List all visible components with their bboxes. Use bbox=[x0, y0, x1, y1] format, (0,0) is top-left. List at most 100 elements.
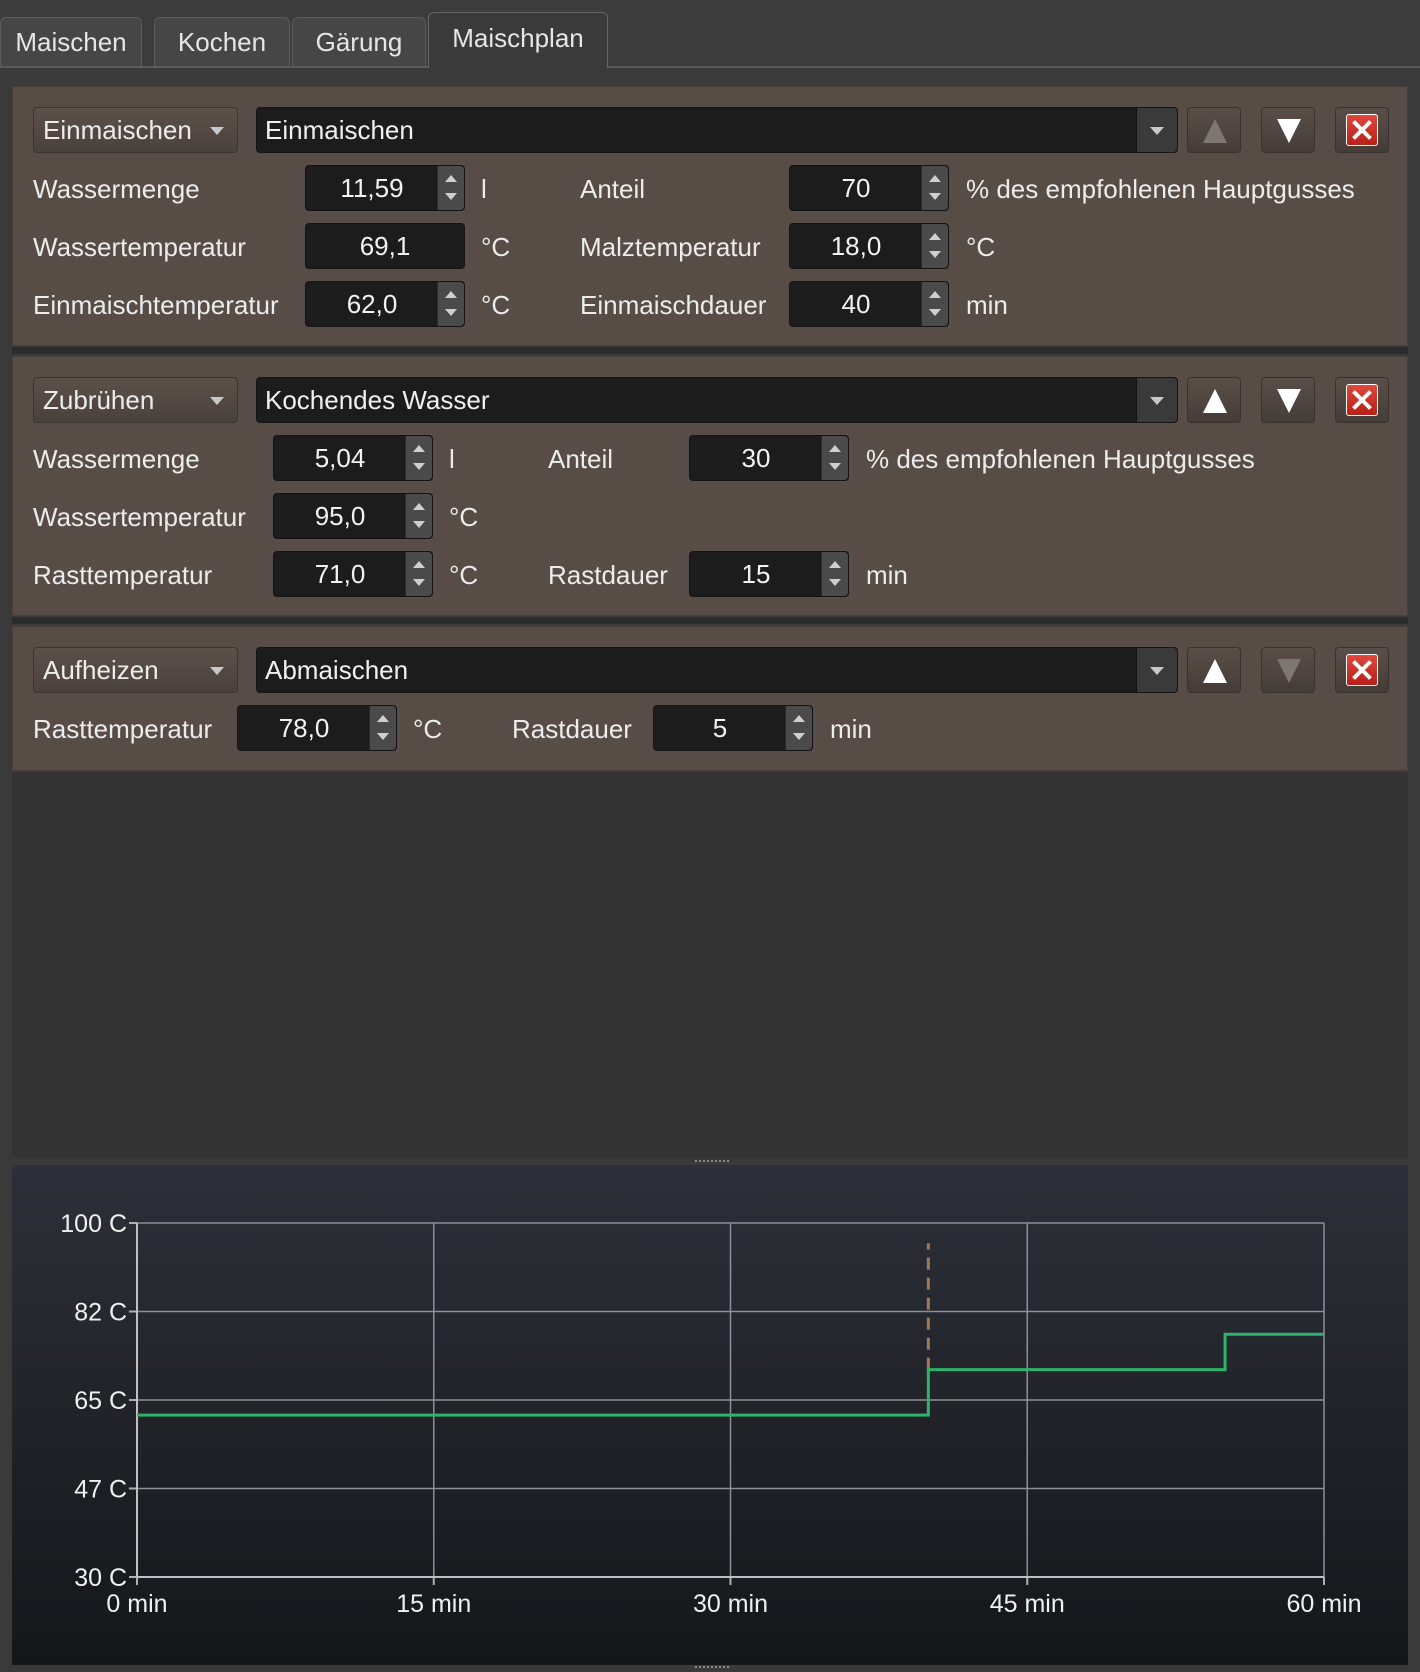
water-amount-value: 11,59 bbox=[340, 173, 404, 203]
spin-down-icon bbox=[929, 251, 941, 258]
y-tick-label: 100 C bbox=[60, 1210, 127, 1238]
chevron-down-icon bbox=[210, 127, 224, 135]
tab-maischen[interactable]: Maischen bbox=[0, 17, 142, 66]
step-name-value: Kochendes Wasser bbox=[265, 385, 490, 415]
mash-in-duration-spinbox[interactable]: 40 bbox=[789, 281, 949, 327]
malt-temperature-spinbox[interactable]: 18,0 bbox=[789, 223, 949, 269]
arrow-up-icon bbox=[1203, 659, 1227, 683]
rest-duration-spinbox[interactable]: 5 bbox=[653, 705, 813, 751]
move-up-button[interactable] bbox=[1187, 647, 1241, 693]
arrow-up-icon bbox=[1203, 119, 1227, 143]
water-temperature-unit: °C bbox=[481, 232, 511, 262]
water-temperature-field[interactable]: 69,1 bbox=[305, 223, 465, 269]
step-name-combo[interactable]: Abmaischen bbox=[256, 647, 1178, 693]
chevron-down-icon bbox=[210, 397, 224, 405]
spin-buttons[interactable] bbox=[405, 494, 432, 538]
spin-buttons[interactable] bbox=[405, 552, 432, 596]
spin-buttons[interactable] bbox=[437, 282, 464, 326]
rest-temperature-value: 78,0 bbox=[278, 713, 330, 743]
spin-buttons[interactable] bbox=[921, 166, 948, 210]
step-type-select[interactable]: Aufheizen bbox=[33, 647, 238, 693]
share-unit: % des empfohlenen Hauptgusses bbox=[966, 174, 1355, 204]
step-name-dropdown-button[interactable] bbox=[1136, 378, 1177, 422]
rest-temperature-label: Rasttemperatur bbox=[33, 560, 213, 590]
spin-buttons[interactable] bbox=[369, 706, 396, 750]
water-temperature-label: Wassertemperatur bbox=[33, 232, 246, 262]
rest-temperature-label: Rasttemperatur bbox=[33, 714, 213, 744]
water-amount-spinbox[interactable]: 5,04 bbox=[273, 435, 433, 481]
move-up-button[interactable] bbox=[1187, 377, 1241, 423]
move-down-button[interactable] bbox=[1261, 107, 1315, 153]
spin-buttons[interactable] bbox=[821, 436, 848, 480]
share-unit: % des empfohlenen Hauptgusses bbox=[866, 444, 1255, 474]
step-type-value: Aufheizen bbox=[43, 655, 159, 685]
share-spinbox[interactable]: 30 bbox=[689, 435, 849, 481]
splitter-handle-bottom[interactable] bbox=[695, 1666, 729, 1671]
spin-up-icon bbox=[829, 445, 841, 452]
water-amount-value: 5,04 bbox=[314, 443, 366, 473]
arrow-up-icon bbox=[1203, 389, 1227, 413]
step-type-select[interactable]: Zubrühen bbox=[33, 377, 238, 423]
mash-profile-chart: 30 C 47 C 65 C 82 C 100 C 0 min 15 min 30 min 45… bbox=[12, 1165, 1408, 1665]
chevron-down-icon bbox=[1150, 127, 1164, 135]
step-name-combo[interactable]: Kochendes Wasser bbox=[256, 377, 1178, 423]
move-down-button[interactable] bbox=[1261, 377, 1315, 423]
rest-duration-unit: min bbox=[830, 714, 872, 744]
spin-down-icon bbox=[929, 193, 941, 200]
rest-duration-spinbox[interactable]: 15 bbox=[689, 551, 849, 597]
water-amount-unit: l bbox=[449, 444, 455, 474]
share-spinbox[interactable]: 70 bbox=[789, 165, 949, 211]
spin-up-icon bbox=[929, 175, 941, 182]
spin-buttons[interactable] bbox=[405, 436, 432, 480]
step-name-dropdown-button[interactable] bbox=[1136, 648, 1177, 692]
mash-in-temperature-spinbox[interactable]: 62,0 bbox=[305, 281, 465, 327]
spin-buttons[interactable] bbox=[785, 706, 812, 750]
step-type-select[interactable]: Einmaischen bbox=[33, 107, 238, 153]
spin-buttons[interactable] bbox=[821, 552, 848, 596]
spin-buttons[interactable] bbox=[437, 166, 464, 210]
rest-temperature-unit: °C bbox=[413, 714, 443, 744]
spin-down-icon bbox=[377, 733, 389, 740]
water-temperature-spinbox[interactable]: 95,0 bbox=[273, 493, 433, 539]
spin-up-icon bbox=[413, 561, 425, 568]
remove-step-button[interactable] bbox=[1335, 647, 1389, 693]
spin-up-icon bbox=[377, 715, 389, 722]
spin-down-icon bbox=[929, 309, 941, 316]
malt-temperature-label: Malztemperatur bbox=[580, 232, 761, 262]
water-amount-label: Wassermenge bbox=[33, 174, 200, 204]
close-icon bbox=[1346, 654, 1378, 686]
y-tick-label: 30 C bbox=[74, 1564, 127, 1592]
rest-duration-label: Rastdauer bbox=[512, 714, 632, 744]
close-icon bbox=[1346, 114, 1378, 146]
rest-duration-value: 5 bbox=[712, 713, 728, 743]
water-amount-label: Wassermenge bbox=[33, 444, 200, 474]
malt-temperature-unit: °C bbox=[966, 232, 996, 262]
move-up-button[interactable] bbox=[1187, 107, 1241, 153]
spin-up-icon bbox=[829, 561, 841, 568]
spin-up-icon bbox=[413, 503, 425, 510]
x-tick-label: 0 min bbox=[106, 1590, 167, 1618]
step-separator bbox=[12, 617, 1408, 624]
step-type-value: Zubrühen bbox=[43, 385, 155, 415]
spin-buttons[interactable] bbox=[921, 282, 948, 326]
tab-gaerung[interactable]: Gärung bbox=[292, 17, 426, 66]
x-tick-label: 60 min bbox=[1286, 1590, 1361, 1618]
remove-step-button[interactable] bbox=[1335, 107, 1389, 153]
spin-buttons[interactable] bbox=[921, 224, 948, 268]
remove-step-button[interactable] bbox=[1335, 377, 1389, 423]
tab-bar: Maischen Kochen Gärung Maischplan bbox=[0, 0, 1420, 68]
water-amount-spinbox[interactable]: 11,59 bbox=[305, 165, 465, 211]
spin-down-icon bbox=[413, 521, 425, 528]
rest-temperature-spinbox[interactable]: 78,0 bbox=[237, 705, 397, 751]
spin-down-icon bbox=[445, 193, 457, 200]
rest-temperature-spinbox[interactable]: 71,0 bbox=[273, 551, 433, 597]
step-separator bbox=[12, 347, 1408, 354]
tab-maischplan[interactable]: Maischplan bbox=[428, 12, 608, 68]
spin-up-icon bbox=[445, 291, 457, 298]
step-name-dropdown-button[interactable] bbox=[1136, 108, 1177, 152]
move-down-button[interactable] bbox=[1261, 647, 1315, 693]
step-name-combo[interactable]: Einmaischen bbox=[256, 107, 1178, 153]
water-temperature-unit: °C bbox=[449, 502, 479, 532]
tab-kochen[interactable]: Kochen bbox=[154, 17, 290, 66]
rest-duration-value: 15 bbox=[741, 559, 771, 589]
